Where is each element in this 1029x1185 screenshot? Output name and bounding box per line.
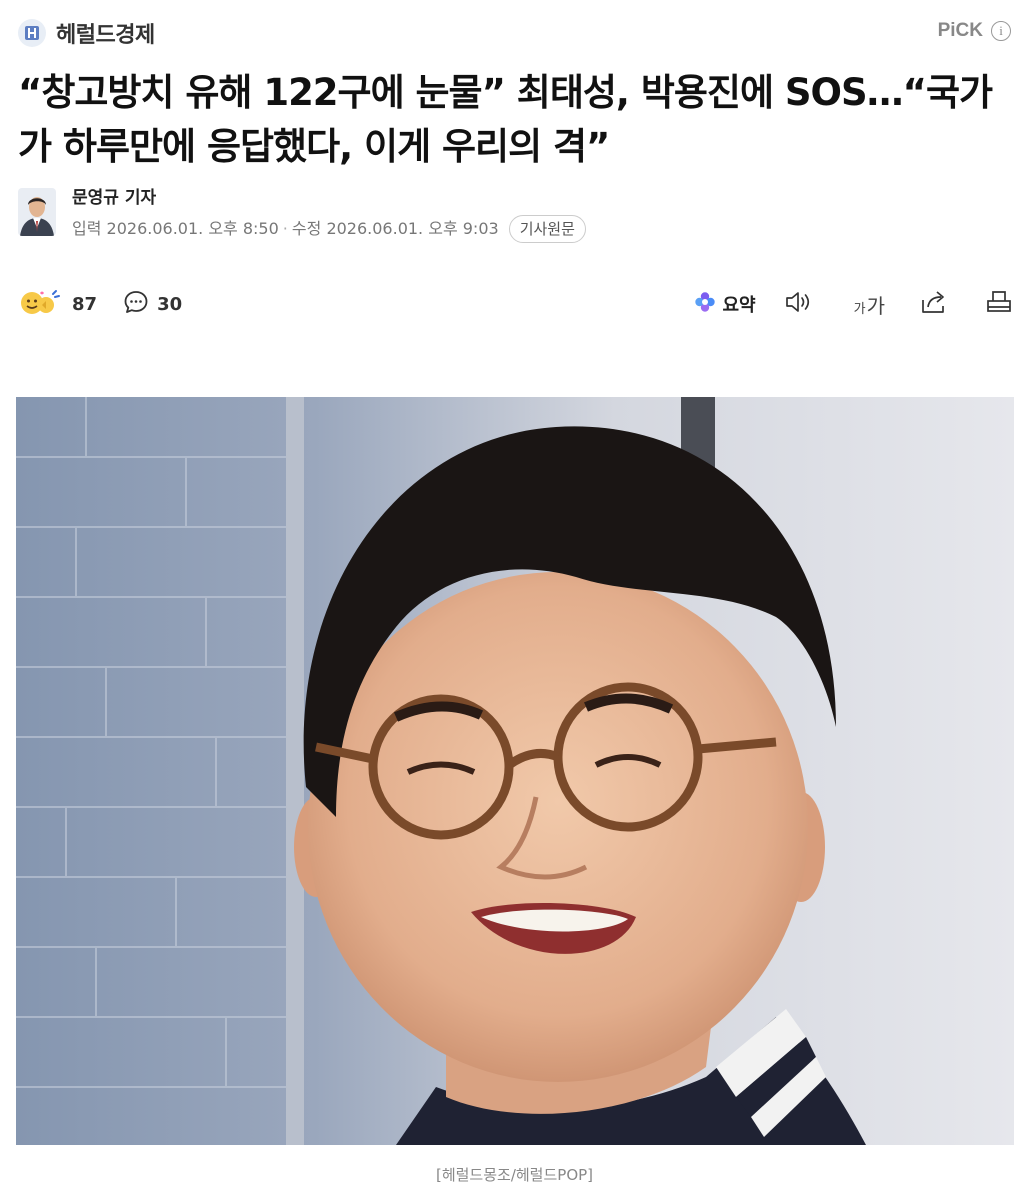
pick-label: PiCK <box>937 20 983 41</box>
font-large-glyph: 가 <box>866 293 885 318</box>
byline: 문영규 기자 입력 2026.06.01. 오후 8:50 · 수정 2026.… <box>18 186 586 243</box>
article-tools: 요약 가가 <box>693 289 1014 319</box>
pick-badge[interactable]: PiCK i <box>938 20 1011 42</box>
modified-label: 수정 <box>291 219 322 238</box>
speaker-button[interactable] <box>784 289 814 319</box>
speaker-icon <box>784 289 814 319</box>
comment-count: 30 <box>157 293 183 315</box>
reporter-avatar[interactable] <box>18 188 56 236</box>
reaction-count: 87 <box>72 293 98 315</box>
comment-icon <box>123 289 149 320</box>
reaction-emoji-icon <box>18 288 64 321</box>
article-photo[interactable] <box>16 397 1014 1145</box>
reporter-name[interactable]: 문영규 기자 <box>72 186 586 210</box>
article-dates: 입력 2026.06.01. 오후 8:50 · 수정 2026.06.01. … <box>72 215 586 243</box>
summary-label: 요약 <box>722 295 756 316</box>
font-size-button[interactable]: 가가 <box>854 290 885 319</box>
article-toolbar: 87 30 요약 가가 <box>18 284 1013 324</box>
press-logo-icon <box>18 19 46 47</box>
comment-button[interactable]: 30 <box>123 289 182 320</box>
share-icon <box>919 289 949 319</box>
photo-caption: [헤럴드몽조/헤럴드POP] <box>435 1166 594 1184</box>
press-name[interactable]: 헤럴드경제 <box>56 17 155 49</box>
info-icon[interactable]: i <box>991 21 1011 41</box>
font-size-icon: 가가 <box>854 290 885 319</box>
reaction-button[interactable]: 87 <box>18 288 97 321</box>
summary-icon <box>693 290 717 319</box>
print-icon <box>985 289 1013 319</box>
summary-button[interactable]: 요약 <box>693 290 756 319</box>
share-button[interactable] <box>919 289 949 319</box>
article-page: 헤럴드경제 PiCK i “창고방치 유해 122구에 눈물” 최태성, 박용진… <box>0 0 1029 1184</box>
print-button[interactable] <box>985 289 1013 319</box>
original-article-button[interactable]: 기사원문 <box>508 215 586 243</box>
article-headline: “창고방치 유해 122구에 눈물” 최태성, 박용진에 SOS…“국가가 하루… <box>18 71 993 168</box>
modified-date: 2026.06.01. 오후 9:03 <box>326 219 499 238</box>
date-separator: · <box>282 219 288 238</box>
press-header[interactable]: 헤럴드경제 <box>18 18 155 48</box>
published-date: 2026.06.01. 오후 8:50 <box>106 219 279 238</box>
font-small-glyph: 가 <box>853 301 866 317</box>
published-label: 입력 <box>72 219 102 238</box>
